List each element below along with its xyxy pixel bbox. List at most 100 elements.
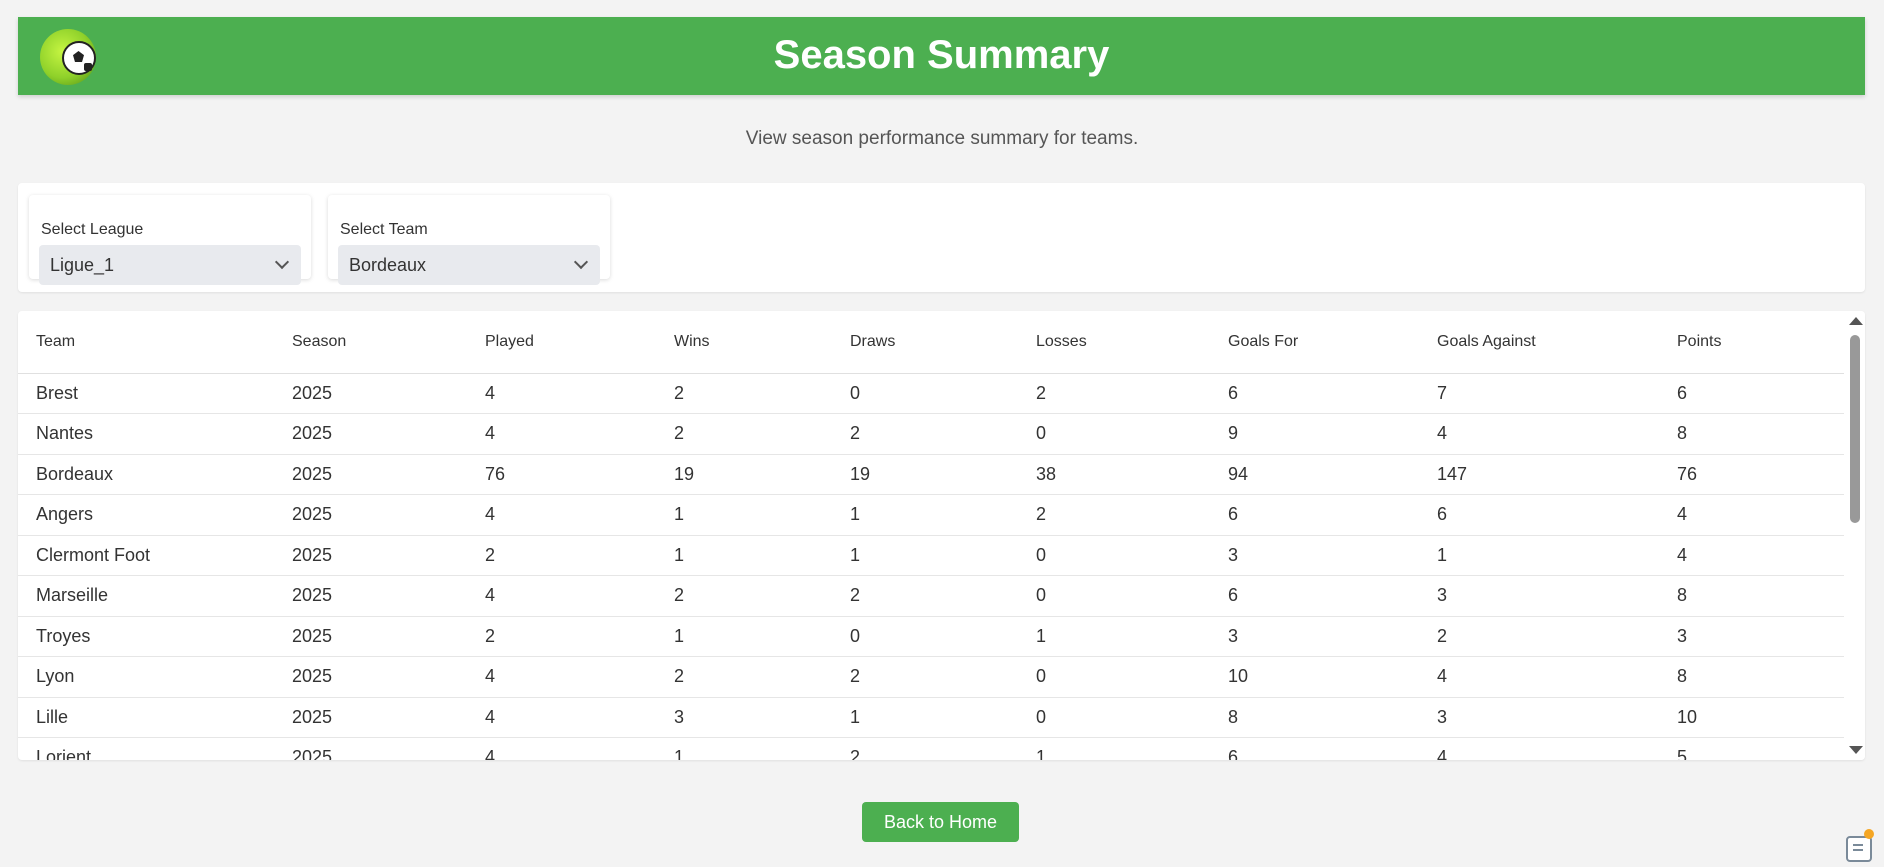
team-select-container: Select Team Bordeaux xyxy=(328,195,610,285)
chevron-down-icon xyxy=(274,254,290,270)
column-header[interactable]: Goals For xyxy=(1210,311,1419,374)
team-select-value: Bordeaux xyxy=(349,255,427,275)
table-cell: 2025 xyxy=(274,737,467,760)
table-cell: 6 xyxy=(1210,737,1419,760)
table-cell: 0 xyxy=(1018,413,1210,455)
table-row[interactable]: Clermont Foot 2025 2 1 1 0 3 1 4 xyxy=(18,535,1844,576)
column-header[interactable]: Season xyxy=(274,311,467,374)
team-select-label: Select Team xyxy=(340,221,428,238)
scroll-up-icon[interactable] xyxy=(1849,317,1863,325)
table-cell: 2 xyxy=(1018,494,1210,536)
table-cell: 0 xyxy=(1018,697,1210,738)
table-cell: 3 xyxy=(1419,697,1659,738)
table-cell: 3 xyxy=(1419,575,1659,617)
season-summary-table-container: Team Season Played Wins Draws Losses Goals For… xyxy=(18,311,1865,760)
table-header-row: Team Season Played Wins Draws Losses Goals For… xyxy=(18,311,1844,374)
table-cell: 38 xyxy=(1018,454,1210,495)
table-cell: 5 xyxy=(1659,737,1844,760)
column-header[interactable]: Losses xyxy=(1018,311,1210,374)
table-cell: 6 xyxy=(1210,494,1419,536)
scrollbar-thumb[interactable] xyxy=(1850,335,1860,523)
table-cell: 1 xyxy=(832,494,1018,536)
table-cell: 1 xyxy=(656,535,832,576)
table-cell: 2 xyxy=(467,616,656,657)
table-cell: 8 xyxy=(1210,697,1419,738)
table-cell: 0 xyxy=(832,616,1018,657)
table-cell: 2 xyxy=(832,575,1018,617)
league-select[interactable]: Ligue_1 xyxy=(39,245,301,285)
table-cell: 2 xyxy=(656,413,832,455)
table-cell: 1 xyxy=(656,494,832,536)
table-cell: 2 xyxy=(832,737,1018,760)
table-cell: Lyon xyxy=(18,656,274,698)
team-select[interactable]: Bordeaux xyxy=(338,245,600,285)
season-summary-table: Team Season Played Wins Draws Losses Goals For… xyxy=(18,311,1844,760)
table-row[interactable]: Lorient 2025 4 1 2 1 6 4 5 xyxy=(18,737,1844,760)
chevron-down-icon xyxy=(573,254,589,270)
table-cell: 2 xyxy=(656,656,832,698)
table-cell: 8 xyxy=(1659,575,1844,617)
notification-dot xyxy=(1864,829,1874,839)
table-cell: Nantes xyxy=(18,413,274,455)
table-row[interactable]: Angers 2025 4 1 1 2 6 6 4 xyxy=(18,494,1844,536)
table-row[interactable]: Nantes 2025 4 2 2 0 9 4 8 xyxy=(18,413,1844,455)
table-row[interactable]: Lille 2025 4 3 1 0 8 3 10 xyxy=(18,697,1844,738)
table-cell: 6 xyxy=(1210,373,1419,414)
table-cell: 10 xyxy=(1210,656,1419,698)
page-subtitle: View season performance summary for team… xyxy=(745,128,1139,149)
table-cell: 3 xyxy=(1210,616,1419,657)
table-cell: 0 xyxy=(1018,656,1210,698)
table-cell: 19 xyxy=(832,454,1018,495)
table-cell: 2 xyxy=(1018,373,1210,414)
table-cell: 9 xyxy=(1210,413,1419,455)
table-cell: 8 xyxy=(1659,413,1844,455)
column-header[interactable]: Wins xyxy=(656,311,832,374)
filter-icon[interactable] xyxy=(1846,836,1872,862)
table-cell: 0 xyxy=(1018,575,1210,617)
column-header[interactable]: Draws xyxy=(832,311,1018,374)
table-cell: 4 xyxy=(1419,656,1659,698)
table-cell: 2025 xyxy=(274,616,467,657)
table-cell: 3 xyxy=(1210,535,1419,576)
table-cell: 4 xyxy=(1659,535,1844,576)
table-cell: 6 xyxy=(1210,575,1419,617)
back-to-home-button[interactable]: Back to Home xyxy=(862,802,1019,842)
table-cell: 19 xyxy=(656,454,832,495)
table-scrollbar[interactable] xyxy=(1845,311,1865,760)
table-cell: 4 xyxy=(467,494,656,536)
table-cell: 4 xyxy=(467,656,656,698)
column-header[interactable]: Goals Against xyxy=(1419,311,1659,374)
league-select-value: Ligue_1 xyxy=(50,255,115,275)
table-cell: 2 xyxy=(656,575,832,617)
table-row[interactable]: Lyon 2025 4 2 2 0 10 4 8 xyxy=(18,656,1844,698)
league-select-label: Select League xyxy=(41,221,144,238)
scroll-down-icon[interactable] xyxy=(1849,746,1863,754)
table-cell: 0 xyxy=(1018,535,1210,576)
column-header[interactable]: Played xyxy=(467,311,656,374)
table-cell: 1 xyxy=(1018,616,1210,657)
table-cell: 6 xyxy=(1419,494,1659,536)
table-cell: 4 xyxy=(467,373,656,414)
table-cell: 4 xyxy=(1419,737,1659,760)
table-cell: 6 xyxy=(1659,373,1844,414)
table-cell: 1 xyxy=(1018,737,1210,760)
table-cell: Lille xyxy=(18,697,274,738)
table-row[interactable]: Troyes 2025 2 1 0 1 3 2 3 xyxy=(18,616,1844,657)
table-cell: 2 xyxy=(467,535,656,576)
column-header[interactable]: Team xyxy=(18,311,274,374)
table-cell: 4 xyxy=(467,413,656,455)
column-header[interactable]: Points xyxy=(1659,311,1844,374)
table-cell: 76 xyxy=(1659,454,1844,495)
table-body: Brest 2025 4 2 0 2 6 7 6 Nantes 2025 4 2 2 0 9 4 8 Bordeau… xyxy=(18,373,1844,760)
table-cell: 2 xyxy=(832,413,1018,455)
table-row[interactable]: Bordeaux 2025 76 19 19 38 94 147 76 xyxy=(18,454,1844,495)
table-cell: 2025 xyxy=(274,494,467,536)
table-cell: 4 xyxy=(1419,413,1659,455)
table-row[interactable]: Brest 2025 4 2 0 2 6 7 6 xyxy=(18,373,1844,414)
table-row[interactable]: Marseille 2025 4 2 2 0 6 3 8 xyxy=(18,575,1844,617)
table-cell: 94 xyxy=(1210,454,1419,495)
table-cell: Troyes xyxy=(18,616,274,657)
table-cell: 1 xyxy=(1419,535,1659,576)
table-cell: 3 xyxy=(1659,616,1844,657)
table-cell: 0 xyxy=(832,373,1018,414)
